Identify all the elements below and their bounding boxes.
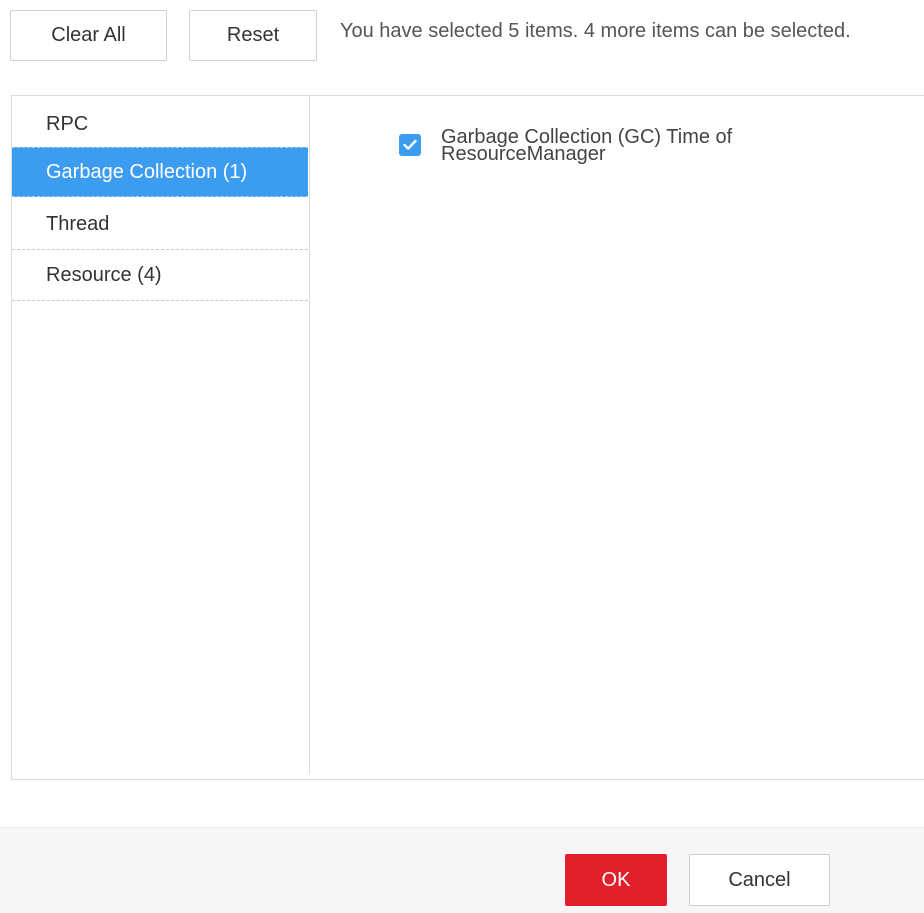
category-item-resource[interactable]: Resource (4) [12, 251, 308, 301]
metric-label: Garbage Collection (GC) Time of Resource… [441, 126, 733, 165]
reset-button[interactable]: Reset [189, 10, 317, 61]
metric-checkbox[interactable] [399, 134, 421, 156]
selection-count-text: You have selected 5 items. 4 more items … [340, 20, 851, 42]
ok-button[interactable]: OK [565, 854, 667, 906]
category-item-thread[interactable]: Thread [12, 200, 308, 250]
clear-all-button[interactable]: Clear All [10, 10, 167, 61]
metric-option[interactable]: Garbage Collection (GC) Time of Resource… [399, 126, 801, 165]
checkmark-icon [403, 139, 417, 150]
toolbar: Clear All Reset You have selected 5 item… [0, 0, 924, 70]
dialog-footer: OK Cancel [0, 827, 924, 913]
cancel-button[interactable]: Cancel [689, 854, 830, 906]
category-item-garbage-collection[interactable]: Garbage Collection (1) [12, 147, 308, 197]
category-list: RPC Garbage Collection (1) Thread Resour… [12, 96, 310, 774]
category-item-rpc[interactable]: RPC [12, 101, 308, 147]
metric-selection-panel: RPC Garbage Collection (1) Thread Resour… [11, 95, 924, 780]
